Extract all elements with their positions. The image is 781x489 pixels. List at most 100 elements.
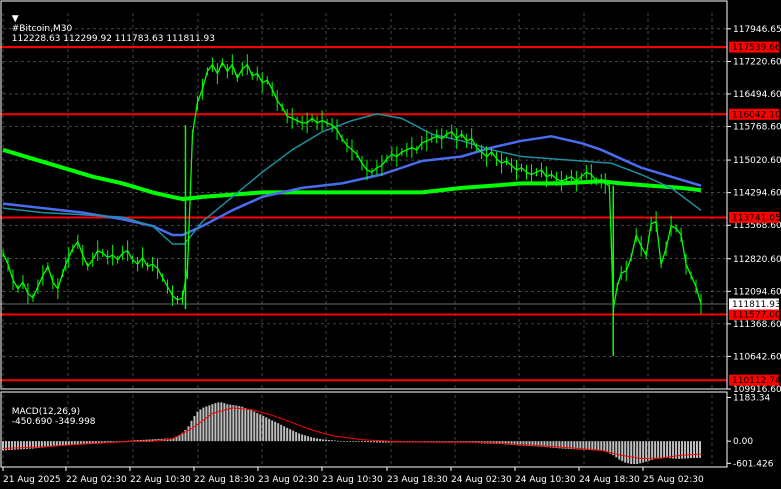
macd-histogram-bar bbox=[343, 441, 346, 442]
time-tick-label: 24 Aug 02:30 bbox=[451, 475, 512, 485]
macd-histogram-bar bbox=[441, 441, 444, 442]
macd-histogram-bar bbox=[450, 441, 453, 442]
macd-label: MACD(12,26,9) bbox=[11, 407, 81, 417]
macd-histogram-bar bbox=[690, 441, 693, 459]
macd-histogram-bar bbox=[193, 416, 196, 442]
ohlc-values: 112228.63 112299.92 111783.63 111811.93 bbox=[11, 34, 215, 44]
macd-histogram-bar bbox=[2, 441, 4, 451]
level-tag-label: 113741.05 bbox=[732, 213, 781, 223]
macd-tick-label: 1183.34 bbox=[733, 393, 770, 403]
macd-histogram-bar bbox=[444, 441, 447, 442]
macd-histogram-bar bbox=[687, 441, 690, 459]
macd-histogram-bar bbox=[681, 441, 684, 459]
macd-histogram-bar bbox=[360, 441, 363, 442]
macd-histogram-bar bbox=[660, 441, 663, 459]
macd-histogram-bar bbox=[271, 420, 274, 442]
price-tick-label: 111368.60 bbox=[733, 320, 781, 330]
macd-histogram-bar bbox=[133, 440, 136, 442]
macd-histogram-bar bbox=[349, 441, 352, 442]
macd-histogram-bar bbox=[217, 402, 220, 442]
macd-histogram-bar bbox=[693, 441, 696, 459]
macd-histogram-bar bbox=[244, 407, 247, 442]
macd-histogram-bar bbox=[627, 441, 630, 464]
macd-histogram-bar bbox=[678, 441, 681, 459]
macd-histogram-bar bbox=[328, 439, 331, 442]
macd-histogram-bar bbox=[624, 441, 627, 463]
macd-histogram-bar bbox=[229, 404, 232, 442]
time-tick-label: 24 Aug 18:30 bbox=[579, 475, 640, 485]
menu-triangle-icon[interactable]: ▼ bbox=[12, 14, 19, 24]
macd-histogram-bar bbox=[669, 441, 672, 459]
macd-histogram-bar bbox=[286, 427, 289, 442]
level-tag-label: 117539.66 bbox=[732, 43, 781, 53]
macd-values: -450.690 -349.998 bbox=[11, 417, 96, 427]
macd-histogram-bar bbox=[325, 439, 328, 442]
macd-tick-label: 0.00 bbox=[733, 437, 753, 447]
time-tick-label: 23 Aug 02:30 bbox=[258, 475, 319, 485]
macd-histogram-bar bbox=[220, 402, 223, 442]
macd-histogram-bar bbox=[289, 429, 292, 442]
macd-histogram-bar bbox=[375, 441, 378, 443]
macd-histogram-bar bbox=[354, 441, 357, 442]
macd-histogram-bar bbox=[235, 405, 238, 442]
macd-histogram-bar bbox=[699, 441, 702, 458]
macd-histogram-bar bbox=[597, 441, 600, 451]
macd-histogram-bar bbox=[265, 417, 268, 442]
macd-histogram-bar bbox=[292, 430, 295, 442]
macd-histogram-bar bbox=[633, 441, 636, 465]
macd-histogram-bar bbox=[223, 403, 226, 442]
level-tag-label: 110112.74 bbox=[732, 376, 781, 386]
current-price-label: 111811.93 bbox=[732, 300, 781, 310]
price-tick-label: 117946.65 bbox=[733, 25, 781, 35]
macd-histogram-bar bbox=[262, 415, 265, 442]
macd-histogram-bar bbox=[190, 420, 193, 442]
macd-histogram-bar bbox=[603, 441, 606, 452]
price-tick-label: 116494.60 bbox=[733, 90, 781, 100]
macd-histogram-bar bbox=[256, 413, 259, 442]
time-tick-label: 25 Aug 02:30 bbox=[643, 475, 704, 485]
price-tick-label: 110642.60 bbox=[733, 352, 781, 362]
macd-histogram-bar bbox=[268, 418, 271, 442]
macd-histogram-bar bbox=[136, 440, 139, 442]
time-tick-label: 24 Aug 10:30 bbox=[515, 475, 576, 485]
macd-histogram-bar bbox=[363, 441, 366, 443]
macd-histogram-bar bbox=[241, 406, 244, 442]
macd-histogram-bar bbox=[109, 441, 112, 443]
macd-histogram-bar bbox=[100, 441, 103, 443]
macd-histogram-bar bbox=[588, 441, 591, 451]
macd-histogram-bar bbox=[250, 410, 253, 442]
macd-histogram-bar bbox=[684, 441, 687, 459]
symbol-label: #Bitcoin,M30 bbox=[11, 24, 73, 34]
macd-histogram-bar bbox=[657, 441, 660, 459]
macd-histogram-bar bbox=[651, 441, 654, 460]
price-tick-label: 114294.60 bbox=[733, 189, 781, 199]
price-tick-label: 117220.60 bbox=[733, 57, 781, 67]
macd-histogram-bar bbox=[247, 409, 250, 442]
macd-histogram-bar bbox=[211, 404, 214, 442]
macd-tick-label: -601.426 bbox=[733, 459, 774, 469]
macd-histogram-bar bbox=[313, 437, 316, 442]
macd-histogram-bar bbox=[372, 441, 375, 443]
macd-histogram-bar bbox=[636, 441, 639, 465]
macd-histogram-bar bbox=[202, 407, 205, 442]
macd-histogram-bar bbox=[351, 441, 354, 442]
macd-histogram-bar bbox=[115, 441, 118, 442]
macd-histogram-bar bbox=[199, 409, 202, 442]
macd-histogram-bar bbox=[238, 406, 241, 442]
macd-histogram-bar bbox=[127, 440, 130, 442]
trading-chart[interactable]: 117946.65 117220.60 116494.60 115768.60 1150… bbox=[0, 0, 781, 489]
macd-histogram-bar bbox=[630, 441, 633, 465]
macd-histogram-bar bbox=[600, 441, 603, 451]
macd-histogram-bar bbox=[639, 441, 642, 464]
macd-histogram-bar bbox=[459, 441, 462, 442]
macd-histogram-bar bbox=[654, 441, 657, 459]
macd-histogram-bar bbox=[432, 441, 435, 442]
macd-histogram-bar bbox=[334, 440, 337, 442]
macd-histogram-bar bbox=[435, 441, 438, 442]
macd-histogram-bar bbox=[301, 434, 304, 442]
macd-histogram-bar bbox=[106, 441, 109, 443]
macd-histogram-bar bbox=[594, 441, 597, 451]
macd-histogram-bar bbox=[97, 441, 100, 443]
macd-histogram-bar bbox=[295, 432, 298, 442]
price-tick-label: 112094.60 bbox=[733, 287, 781, 297]
